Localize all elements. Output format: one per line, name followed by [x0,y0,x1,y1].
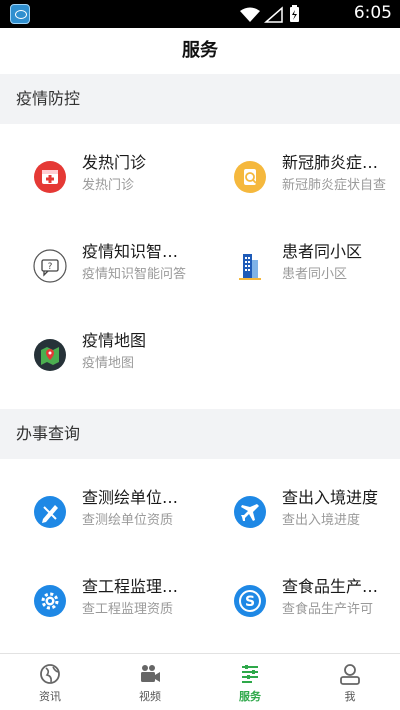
service-item-epidemic-map[interactable]: 疫情地图 疫情地图 [0,312,200,401]
section-title-epidemic: 疫情防控 [0,74,400,124]
service-item-subtitle: 查食品生产许可 [282,602,374,617]
nav-tab-label: 资讯 [39,690,61,703]
service-item-fever-clinic[interactable]: 发热门诊 发热门诊 [0,134,200,223]
service-item-title: 疫情知识智能问答 [82,242,192,261]
service-item-epidemic-qa[interactable]: ? 疫情知识智能问答 疫情知识智能问答 [0,223,200,312]
svg-text:?: ? [48,262,53,272]
status-icons [240,5,299,23]
status-bar: 6:05 [0,0,400,28]
status-time: 6:05 [353,3,392,23]
service-item-subtitle: 疫情知识智能问答 [82,267,187,282]
nav-tab-label: 我 [344,690,356,703]
service-icon [242,665,258,683]
service-item-subtitle: 查测绘单位资质 [82,513,174,528]
service-item-title: 查工程监理资质 [82,577,192,596]
nav-tab-video[interactable]: 视频 [100,654,200,710]
service-item-title: 查出入境进度 [282,488,379,507]
section-grid-affairs-query: 查测绘单位资质 查测绘单位资质 查出入境进度 查出入境进度 查工程监理资质 查工… [0,459,400,654]
service-item-subtitle: 查出入境进度 [282,513,361,528]
service-item-subtitle: 查工程监理资质 [82,602,174,617]
symptom-check-icon [233,160,267,194]
qa-icon: ? [33,249,67,283]
hospital-icon [33,160,67,194]
page-title: 服务 [0,28,400,74]
service-item-subtitle: 患者同小区 [282,267,348,282]
service-item-symptom-check[interactable]: 新冠肺炎症状自查 新冠肺炎症状自查 [200,134,400,223]
svg-text:S: S [245,594,255,610]
airplane-icon [233,495,267,529]
survey-icon [33,495,67,529]
service-item-title: 新冠肺炎症状自查 [282,153,392,172]
service-item-title: 查测绘单位资质 [82,488,192,507]
service-item-patient-community[interactable]: 患者同小区 患者同小区 [200,223,400,312]
nav-tab-service[interactable]: 服务 [200,654,300,710]
service-item-title: 疫情地图 [82,331,147,350]
bottom-nav: 资讯 视频 服务 我 [0,653,400,710]
service-item-title: 患者同小区 [282,242,363,261]
service-item-title: 发热门诊 [82,153,147,172]
nav-tab-label: 服务 [239,690,261,703]
service-item-survey-qualification[interactable]: 查测绘单位资质 查测绘单位资质 [0,469,200,558]
map-icon [33,338,67,372]
building-icon [233,249,267,283]
section-grid-epidemic: 发热门诊 发热门诊 新冠肺炎症状自查 新冠肺炎症状自查 ? 疫情知识智能问答 疫… [0,124,400,409]
globe-icon [40,664,60,684]
service-item-immigration-progress[interactable]: 查出入境进度 查出入境进度 [200,469,400,558]
service-item-engineering-supervision[interactable]: 查工程监理资质 查工程监理资质 [0,558,200,647]
nav-tab-label: 视频 [139,690,161,703]
user-icon [340,664,360,685]
nav-tab-news[interactable]: 资讯 [0,654,100,710]
service-item-subtitle: 发热门诊 [82,178,135,193]
video-icon [141,665,160,682]
service-item-title: 查食品生产许可 [282,577,392,596]
app-notification-icon [10,4,30,24]
food-license-icon: S [233,584,267,618]
service-item-food-license[interactable]: S 查食品生产许可 查食品生产许可 [200,558,400,647]
service-list[interactable]: 疫情防控 发热门诊 发热门诊 新冠肺炎症状自查 新冠肺炎症状自查 ? [0,74,400,654]
section-title-affairs-query: 办事查询 [0,409,400,459]
service-item-subtitle: 新冠肺炎症状自查 [282,178,387,193]
gear-icon [33,584,67,618]
service-item-subtitle: 疫情地图 [82,356,135,371]
nav-tab-me[interactable]: 我 [300,654,400,710]
